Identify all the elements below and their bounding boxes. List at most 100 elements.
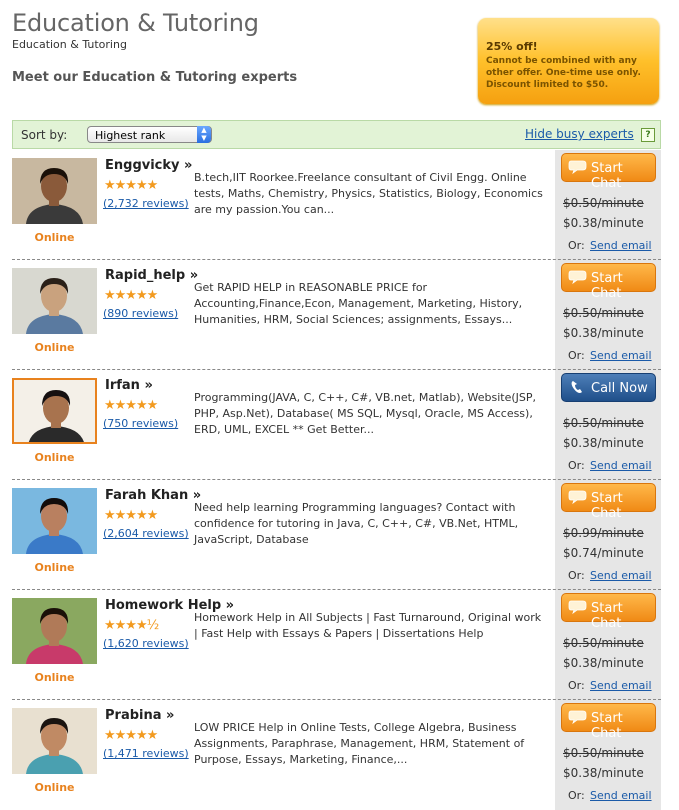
online-status: Online bbox=[34, 671, 75, 684]
rating-stars-icon: ★★★★★ bbox=[104, 398, 158, 413]
reviews-link[interactable]: (2,604 reviews) bbox=[103, 527, 189, 540]
chat-bubble-icon bbox=[568, 600, 587, 615]
rating-stars-icon: ★★★★½ bbox=[104, 618, 159, 633]
reviews-link[interactable]: (2,732 reviews) bbox=[103, 197, 189, 210]
action-button-label: Start Chat bbox=[591, 271, 623, 301]
expert-description: Programming(JAVA, C, C++, C#, VB.net, Ma… bbox=[194, 391, 537, 436]
avatar-photo bbox=[14, 380, 95, 442]
start-chat-button[interactable]: Start Chat bbox=[561, 263, 656, 301]
expert-row: Online Enggvicky » ★★★★★ (2,732 reviews) B.t… bbox=[12, 150, 661, 260]
online-status: Online bbox=[34, 781, 75, 794]
avatar-photo bbox=[12, 708, 97, 774]
original-price: $0.50/minute bbox=[563, 636, 644, 650]
send-email-link[interactable]: Send email bbox=[590, 679, 652, 692]
expert-name-link[interactable]: Rapid_help » bbox=[105, 268, 198, 283]
expert-name-link[interactable]: Irfan » bbox=[105, 378, 153, 393]
original-price: $0.50/minute bbox=[563, 306, 644, 320]
or-label: Or: bbox=[568, 679, 585, 692]
avatar[interactable] bbox=[12, 488, 97, 554]
expert-name-link[interactable]: Farah Khan » bbox=[105, 488, 201, 503]
expert-description: Homework Help in All Subjects | Fast Tur… bbox=[194, 611, 542, 640]
breadcrumb[interactable]: Education & Tutoring bbox=[12, 38, 127, 51]
action-button-label: Start Chat bbox=[591, 161, 623, 191]
expert-description: B.tech,IIT Roorkee.Freelance consultant … bbox=[194, 171, 543, 216]
avatar[interactable] bbox=[12, 158, 97, 224]
expert-description: Need help learning Programming languages… bbox=[194, 501, 519, 546]
page-title: Education & Tutoring bbox=[12, 9, 259, 37]
start-chat-button[interactable]: Start Chat bbox=[561, 593, 656, 631]
phone-icon bbox=[571, 381, 582, 393]
expert-name-link[interactable]: Prabina » bbox=[105, 708, 174, 723]
start-chat-button[interactable]: Start Chat bbox=[561, 153, 656, 191]
promo-banner: 25% off! Cannot be combined with any oth… bbox=[478, 18, 659, 104]
avatar[interactable] bbox=[12, 268, 97, 334]
reviews-link[interactable]: (1,471 reviews) bbox=[103, 747, 189, 760]
or-label: Or: bbox=[568, 459, 585, 472]
discounted-price: $0.74/minute bbox=[563, 546, 644, 560]
help-icon[interactable]: ? bbox=[641, 128, 655, 142]
rating-stars-icon: ★★★★★ bbox=[104, 288, 158, 303]
avatar-photo bbox=[12, 488, 97, 554]
reviews-link[interactable]: (750 reviews) bbox=[103, 417, 178, 430]
expert-row: Online Irfan » ★★★★★ (750 reviews) Programmi… bbox=[12, 370, 661, 480]
reviews-link[interactable]: (1,620 reviews) bbox=[103, 637, 189, 650]
promo-text: Cannot be combined with any other offer.… bbox=[486, 56, 641, 90]
start-chat-button[interactable]: Start Chat bbox=[561, 483, 656, 521]
avatar[interactable] bbox=[12, 378, 97, 444]
avatar[interactable] bbox=[12, 598, 97, 664]
expert-row: Online Homework Help » ★★★★½ (1,620 reviews… bbox=[12, 590, 661, 700]
send-email-link[interactable]: Send email bbox=[590, 239, 652, 252]
action-button-label: Start Chat bbox=[591, 711, 623, 741]
expert-description: Get RAPID HELP in REASONABLE PRICE for A… bbox=[194, 281, 523, 326]
action-button-label: Start Chat bbox=[591, 491, 623, 521]
original-price: $0.99/minute bbox=[563, 526, 644, 540]
expert-row: Online Rapid_help » ★★★★★ (890 reviews) Get … bbox=[12, 260, 661, 370]
avatar-photo bbox=[12, 598, 97, 664]
online-status: Online bbox=[34, 231, 75, 244]
discounted-price: $0.38/minute bbox=[563, 766, 644, 780]
or-label: Or: bbox=[568, 789, 585, 802]
discounted-price: $0.38/minute bbox=[563, 436, 644, 450]
sort-bar: Sort by: Highest rank ▲ ▼ Hide busy exper… bbox=[12, 120, 661, 149]
avatar-photo bbox=[12, 158, 97, 224]
discounted-price: $0.38/minute bbox=[563, 216, 644, 230]
online-status: Online bbox=[34, 561, 75, 574]
start-chat-button[interactable]: Start Chat bbox=[561, 703, 656, 741]
promo-title: 25% off! bbox=[486, 40, 538, 53]
sort-select[interactable]: Highest rank ▲ ▼ bbox=[87, 126, 212, 143]
action-button-label: Start Chat bbox=[591, 601, 623, 631]
or-label: Or: bbox=[568, 569, 585, 582]
discounted-price: $0.38/minute bbox=[563, 656, 644, 670]
avatar-photo bbox=[12, 268, 97, 334]
expert-row: Online Farah Khan » ★★★★★ (2,604 reviews) Ne… bbox=[12, 480, 661, 590]
reviews-link[interactable]: (890 reviews) bbox=[103, 307, 178, 320]
online-status: Online bbox=[34, 341, 75, 354]
or-label: Or: bbox=[568, 349, 585, 362]
discounted-price: $0.38/minute bbox=[563, 326, 644, 340]
chat-bubble-icon bbox=[568, 710, 587, 725]
rating-stars-icon: ★★★★★ bbox=[104, 728, 158, 743]
hide-busy-experts-link[interactable]: Hide busy experts bbox=[525, 127, 634, 141]
expert-description: LOW PRICE Help in Online Tests, College … bbox=[194, 721, 525, 766]
call-now-button[interactable]: Call Now bbox=[561, 373, 656, 402]
expert-row: Online Prabina » ★★★★★ (1,471 reviews) LOW P… bbox=[12, 700, 661, 810]
action-button-label: Call Now bbox=[591, 381, 648, 396]
send-email-link[interactable]: Send email bbox=[590, 789, 652, 802]
send-email-link[interactable]: Send email bbox=[590, 569, 652, 582]
original-price: $0.50/minute bbox=[563, 746, 644, 760]
select-arrows-icon: ▲ ▼ bbox=[197, 126, 211, 143]
original-price: $0.50/minute bbox=[563, 196, 644, 210]
rating-stars-icon: ★★★★★ bbox=[104, 178, 158, 193]
sort-label: Sort by: bbox=[21, 128, 68, 142]
send-email-link[interactable]: Send email bbox=[590, 349, 652, 362]
avatar[interactable] bbox=[12, 708, 97, 774]
or-label: Or: bbox=[568, 239, 585, 252]
send-email-link[interactable]: Send email bbox=[590, 459, 652, 472]
chat-bubble-icon bbox=[568, 270, 587, 285]
chat-bubble-icon bbox=[568, 160, 587, 175]
page-header: Education & Tutoring Education & Tutorin… bbox=[0, 0, 679, 118]
sort-selected-value: Highest rank bbox=[95, 129, 166, 142]
page-subtitle: Meet our Education & Tutoring experts bbox=[12, 70, 298, 85]
expert-name-link[interactable]: Enggvicky » bbox=[105, 158, 192, 173]
online-status: Online bbox=[34, 451, 75, 464]
